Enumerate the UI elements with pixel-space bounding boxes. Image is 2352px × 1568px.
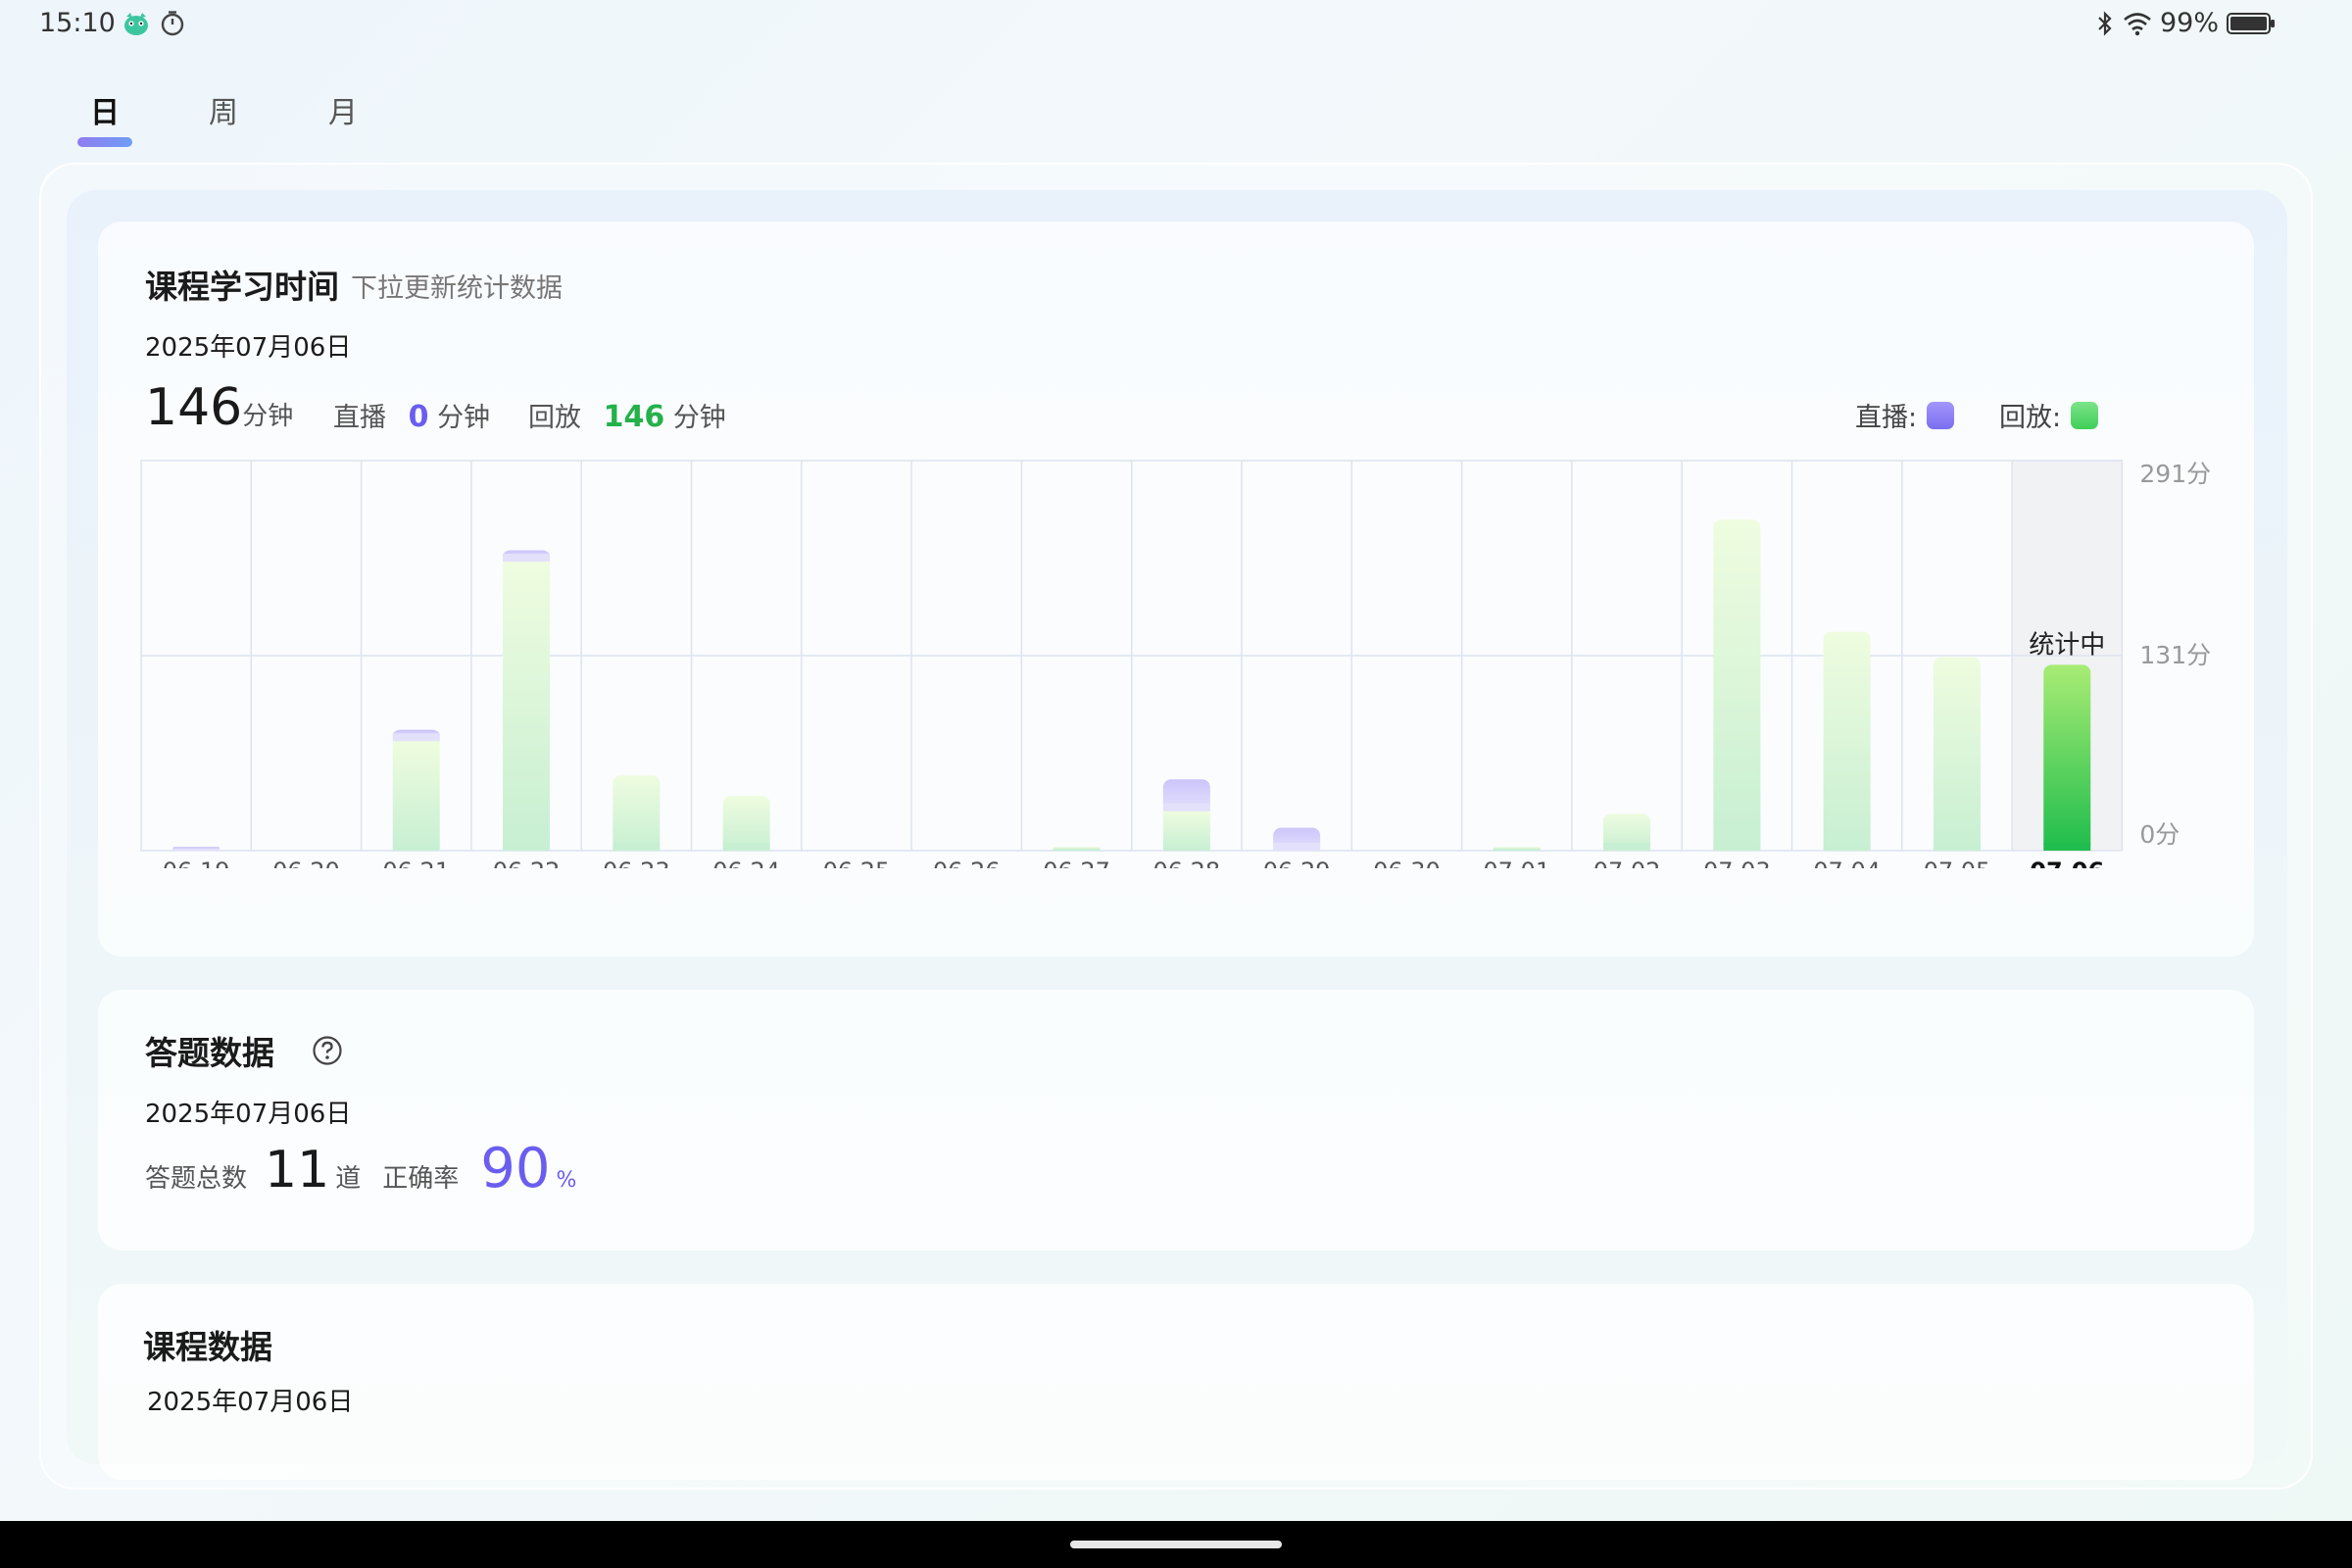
y-tick-label: 291分 [2139,460,2211,488]
x-tick-label-06.23: 06.23 [603,858,670,868]
bar-live-base-06.19 [172,849,220,851]
x-tick-label-06.24: 06.24 [712,858,780,868]
bar-live-join-06.28 [1162,803,1210,811]
active-tab-indicator [77,137,132,147]
x-tick-label-06.20: 06.20 [272,858,340,868]
bar-replay-base-07.06 [2043,843,2091,851]
bar-replay-06.23 [612,775,661,851]
x-tick-label-06.19: 06.19 [163,858,230,868]
x-tick-label-06.30: 06.30 [1373,858,1441,868]
y-tick-label: 131分 [2139,641,2211,669]
bar-live-base-06.29 [1273,843,1321,851]
bar-replay-base-07.05 [1933,843,1981,851]
x-tick-label-06.26: 06.26 [933,858,1001,868]
battery-percent: 99% [2159,8,2219,38]
x-tick-label-06.29: 06.29 [1263,858,1331,868]
x-tick-label-07.06: 07.06 [2030,858,2104,868]
battery-icon [2227,12,2275,34]
bar-replay-base-06.27 [1053,849,1101,851]
x-tick-label-06.27: 06.27 [1043,858,1110,868]
status-right: 99% [2095,8,2276,38]
bar-replay-base-06.24 [722,843,770,851]
bar-replay-base-07.02 [1603,843,1651,851]
x-tick-label-07.01: 07.01 [1483,858,1550,868]
bar-replay-06.28 [1162,810,1210,851]
x-tick-label-06.28: 06.28 [1152,858,1220,868]
x-tick-label-06.22: 06.22 [493,858,561,868]
bar-replay-base-07.04 [1823,843,1871,851]
bar-live-join-06.21 [392,733,440,742]
x-tick-label-06.21: 06.21 [382,858,450,868]
bar-replay-07.03 [1713,519,1761,851]
answer-card-date: 2025年07月06日 [145,1100,352,1129]
help-icon[interactable] [312,1035,343,1066]
bar-replay-base-07.03 [1713,843,1761,851]
tab-month[interactable]: 月 [304,88,382,131]
bar-replay-07.05 [1933,657,1981,851]
answer-stats-row: 答题总数 11 道 正确率 90 % [145,1137,576,1200]
course-card-date: 2025年07月06日 [147,1388,354,1417]
study-time-chart: 06.19 06.20 06.21 06.22 06.23 06.24 06.25 06.26… [140,460,2211,868]
x-tick-label-06.25: 06.25 [823,858,891,868]
bar-replay-06.21 [392,741,440,851]
timer-icon [161,11,184,36]
answer-total-value: 11 [265,1141,330,1200]
answer-total-unit: 道 [335,1164,362,1194]
bar-replay-06.22 [503,562,551,851]
bar-replay-07.04 [1823,631,1871,851]
status-bar: 15:10 99% [0,0,2352,49]
status-time: 15:10 [39,8,116,38]
y-tick-label: 0分 [2139,820,2180,849]
bar-replay-base-06.23 [612,843,661,851]
answer-total-label: 答题总数 [145,1164,248,1194]
bar-live-join-06.22 [503,554,551,563]
wifi-icon [2124,12,2151,35]
tab-day[interactable]: 日 [66,88,144,131]
answer-data-card: 答题数据 2025年07月06日 答题总数 11 道 正确率 90 % [98,990,2254,1250]
accuracy-value: 90 [480,1137,551,1200]
x-tick-label-07.05: 07.05 [1924,858,1991,868]
x-tick-label-07.02: 07.02 [1593,858,1661,868]
bar-replay-base-07.01 [1493,849,1541,851]
tab-week[interactable]: 周 [184,88,263,131]
highlight-label: 统计中 [2029,630,2105,660]
bar-replay-07.06 [2043,664,2091,851]
answer-card-title: 答题数据 [145,1034,274,1072]
bluetooth-icon [2098,10,2112,36]
bar-replay-06.24 [722,796,770,851]
course-data-card: 课程数据 2025年07月06日 [98,1284,2254,1480]
accuracy-label: 正确率 [382,1164,460,1194]
app-mascot-icon [124,13,148,35]
course-card-title: 课程数据 [143,1328,272,1366]
period-tabs: 日 周 月 [0,88,588,157]
study-time-card: 课程学习时间 下拉更新统计数据 2025年07月06日 146分钟 直播 0 分… [98,221,2254,956]
system-nav-bar [0,1521,2352,1568]
home-gesture-handle[interactable] [1070,1541,1282,1548]
x-tick-label-07.04: 07.04 [1813,858,1881,868]
x-tick-label-07.03: 07.03 [1703,858,1771,868]
accuracy-unit: % [556,1168,577,1193]
